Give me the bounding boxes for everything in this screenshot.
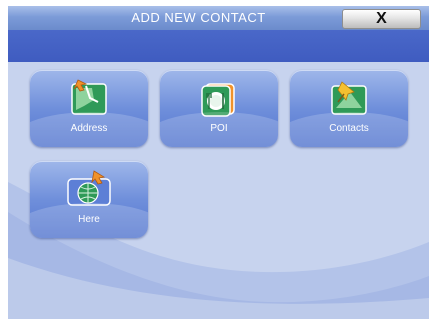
address-tile-label: Address: [70, 123, 108, 134]
address-tile[interactable]: Address: [30, 70, 148, 147]
poi-tile-label: POI: [210, 123, 228, 134]
here-tile-label: Here: [78, 214, 100, 225]
contacts-tile-label: Contacts: [329, 123, 369, 134]
here-globe-icon: [67, 170, 111, 206]
contacts-tile[interactable]: Contacts: [290, 70, 408, 147]
screen: ADD NEW CONTACT X Address POI Contacts H…: [8, 6, 429, 319]
title-bar: ADD NEW CONTACT X: [8, 6, 429, 30]
header-band: [8, 30, 429, 62]
here-tile[interactable]: Here: [30, 161, 148, 238]
poi-restaurant-icon: [201, 83, 235, 117]
contacts-pin-icon: [331, 81, 367, 115]
poi-tile[interactable]: POI: [160, 70, 278, 147]
close-button[interactable]: X: [342, 9, 421, 29]
address-map-icon: [71, 79, 107, 115]
